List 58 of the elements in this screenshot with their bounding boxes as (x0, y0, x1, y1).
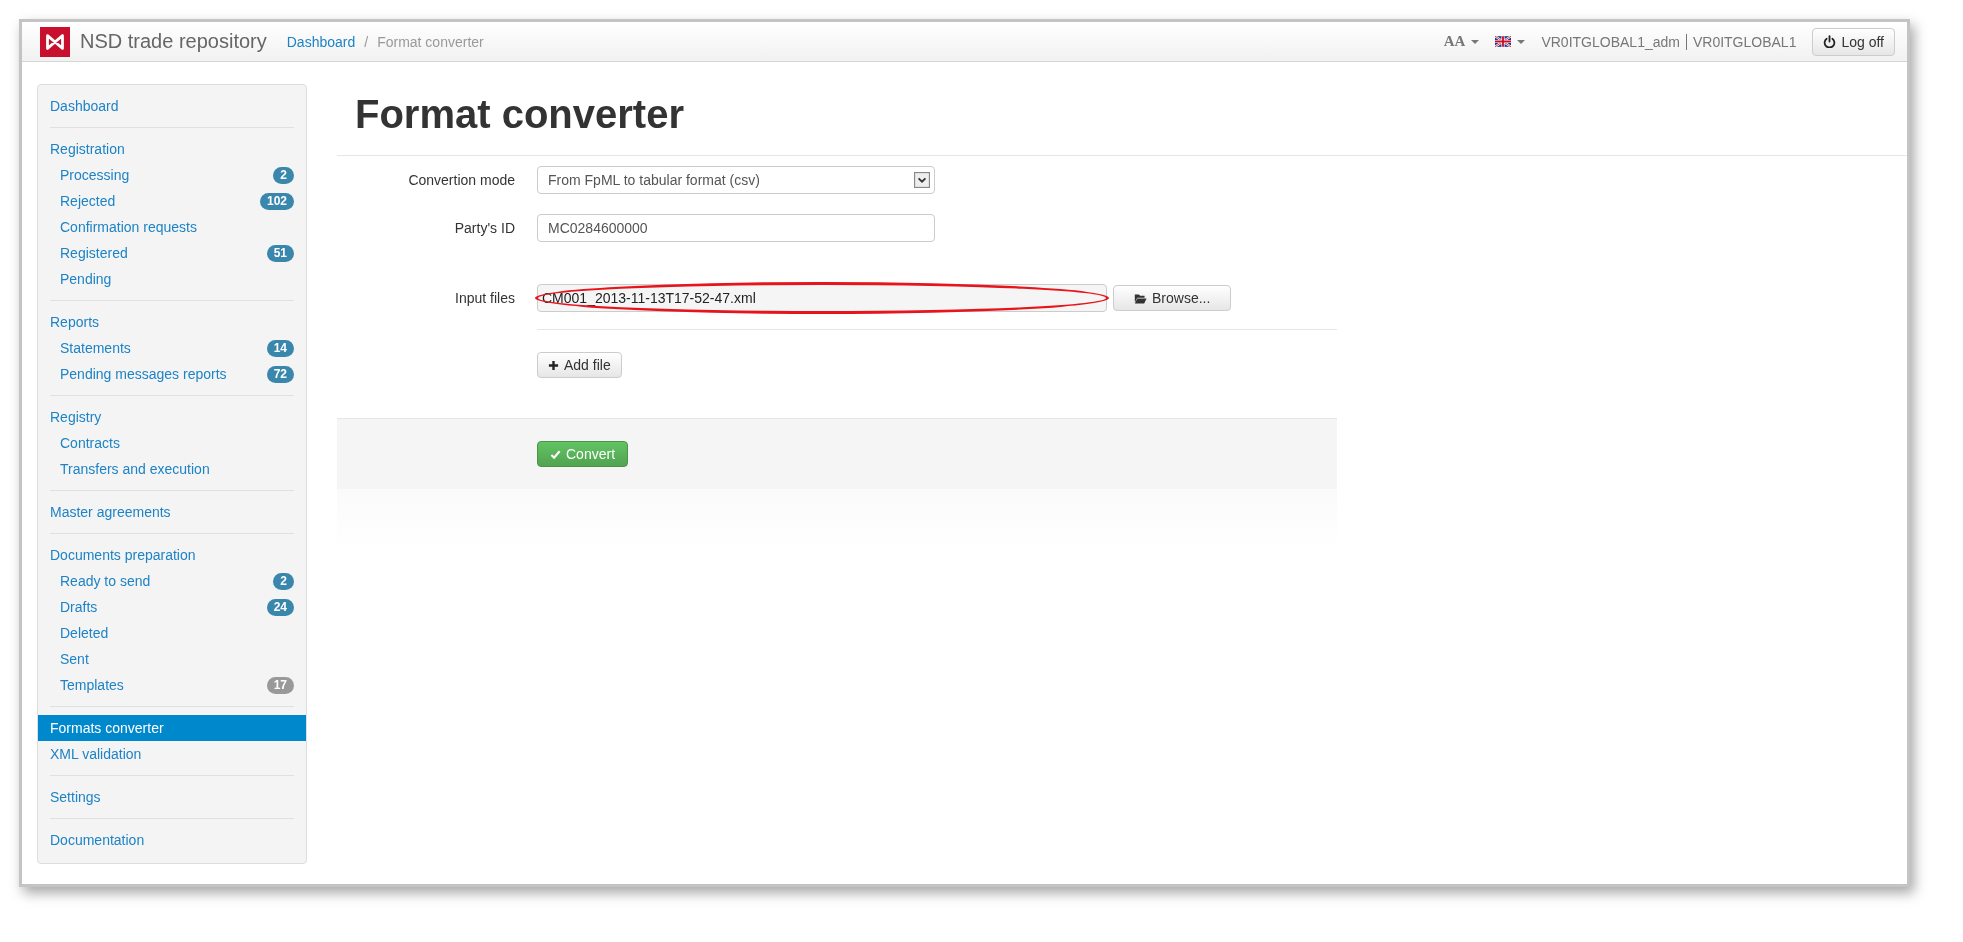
logo-icon (40, 26, 70, 57)
breadcrumb-link[interactable]: Dashboard (286, 33, 356, 50)
power-icon (1823, 35, 1837, 48)
count-badge: 24 (266, 598, 294, 616)
field-label: Party's ID (453, 220, 515, 236)
count-badge: 72 (266, 365, 294, 383)
logoff-button[interactable]: Log off (1812, 27, 1895, 56)
count-badge: 2 (273, 166, 294, 184)
file-name-field[interactable]: CM001_2013-11-13T17-52-47.xml (537, 284, 1107, 312)
breadcrumb-current: Format converter (377, 33, 484, 50)
sidebar-item[interactable]: Contracts (60, 430, 120, 456)
sidebar-item[interactable]: Pending (60, 266, 112, 292)
app-title[interactable]: NSD trade repository (80, 30, 267, 53)
folder-icon (1134, 291, 1147, 305)
count-badge: 51 (266, 244, 294, 262)
sidebar-item[interactable]: Deleted (60, 620, 109, 646)
convert-button[interactable]: Convert (537, 441, 629, 467)
field-label: Input files (454, 290, 515, 306)
sidebar-item[interactable]: Pending messages reports (60, 361, 227, 387)
sidebar-item[interactable]: Ready to send (60, 568, 151, 594)
count-badge: 102 (259, 192, 294, 210)
caret-icon (1471, 39, 1480, 44)
account-name: VR0ITGLOBAL1 (1692, 33, 1797, 50)
sidebar-item[interactable]: Master agreements (50, 499, 294, 525)
sidebar-item[interactable]: Reports (50, 309, 294, 335)
field-label: Convertion mode (407, 172, 515, 188)
flag-icon[interactable] (1495, 36, 1512, 47)
check-icon (550, 448, 561, 460)
breadcrumb-separator: / (364, 33, 369, 50)
font-size-dropdown[interactable]: AA (1443, 33, 1466, 50)
sidebar-item[interactable]: Sent (60, 646, 89, 672)
conversion-mode-select[interactable]: From FpML to tabular format (csv) (537, 166, 935, 194)
sidebar-item[interactable]: XML validation (50, 741, 294, 767)
count-badge: 2 (273, 572, 294, 590)
sidebar-item[interactable]: Confirmation requests (60, 214, 197, 240)
sidebar-item[interactable]: Registration (50, 136, 294, 162)
page-title: Format converter (355, 92, 685, 137)
user-name: VR0ITGLOBAL1_adm (1541, 33, 1680, 50)
sidebar-item[interactable]: Transfers and execution (60, 456, 210, 482)
sidebar-item[interactable]: Registry (50, 404, 294, 430)
sidebar-item[interactable]: Rejected (60, 188, 116, 214)
sidebar-item[interactable]: Dashboard (50, 93, 294, 119)
sidebar-item[interactable]: Registered (60, 240, 128, 266)
count-badge: 17 (266, 676, 294, 694)
add-file-button[interactable]: Add file (537, 352, 622, 378)
sidebar-item[interactable]: Processing (60, 162, 130, 188)
count-badge: 14 (266, 339, 294, 357)
sidebar-item[interactable]: Documentation (50, 827, 294, 853)
browse-button[interactable]: Browse... (1113, 285, 1232, 311)
caret-icon (1517, 39, 1526, 44)
plus-icon (548, 359, 559, 371)
sidebar-item[interactable]: Settings (50, 784, 294, 810)
sidebar-item[interactable]: Statements (60, 335, 131, 361)
sidebar-item[interactable]: Formats converter (38, 715, 306, 741)
sidebar-item[interactable]: Drafts (60, 594, 98, 620)
sidebar-item[interactable]: Documents preparation (50, 542, 294, 568)
sidebar-item[interactable]: Templates (60, 672, 124, 698)
party-id-field[interactable]: MC0284600000 (537, 214, 935, 242)
